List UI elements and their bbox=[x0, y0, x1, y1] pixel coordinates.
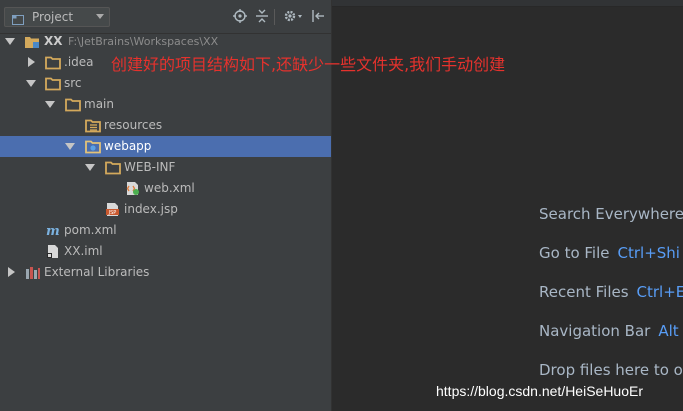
collapse-arrow-icon[interactable] bbox=[28, 57, 35, 67]
tree-item-label: webapp bbox=[104, 139, 152, 153]
tree-item-root[interactable]: XX F:\JetBrains\Workspaces\XX bbox=[0, 31, 331, 52]
tree-item-label: resources bbox=[104, 118, 163, 132]
xml-file-icon bbox=[125, 181, 141, 196]
hint-label: Drop files here to o bbox=[539, 361, 683, 379]
hint-navigation-bar: Navigation Bar Alt bbox=[539, 322, 679, 340]
maven-file-icon: m bbox=[45, 223, 61, 238]
collapse-all-icon[interactable] bbox=[255, 9, 271, 23]
hint-search-everywhere: Search Everywhere bbox=[539, 205, 683, 223]
project-path-text: F:\JetBrains\Workspaces\XX bbox=[68, 35, 219, 48]
tree-item-label: pom.xml bbox=[64, 223, 117, 237]
folder-icon bbox=[65, 97, 81, 112]
tree-item-xx-iml[interactable]: XX.iml bbox=[0, 241, 331, 262]
jsp-file-icon: JSP bbox=[105, 202, 121, 217]
hint-label: Go to File bbox=[539, 244, 610, 262]
resources-folder-icon bbox=[85, 118, 101, 133]
project-panel-header: Project bbox=[0, 0, 331, 34]
editor-tab-strip bbox=[332, 0, 683, 7]
folder-icon bbox=[45, 55, 61, 70]
hint-label: Search Everywhere bbox=[539, 205, 683, 223]
hint-recent-files: Recent Files Ctrl+E bbox=[539, 283, 683, 301]
hint-shortcut: Ctrl+E bbox=[636, 283, 683, 301]
expand-arrow-icon[interactable] bbox=[5, 38, 15, 45]
svg-text:m: m bbox=[46, 224, 60, 238]
ide-window: Project XX F:\JetBrains\Workspaces\XX .i… bbox=[0, 0, 683, 411]
hint-shortcut: Ctrl+Shi bbox=[617, 244, 680, 262]
hide-panel-icon[interactable] bbox=[311, 9, 327, 23]
hint-label: Navigation Bar bbox=[539, 322, 651, 340]
toolbar-divider bbox=[274, 9, 275, 25]
tree-item-src[interactable]: src bbox=[0, 73, 331, 94]
watermark-text: https://blog.csdn.net/HeiSeHuoEr bbox=[436, 383, 644, 399]
expand-arrow-icon[interactable] bbox=[65, 143, 75, 150]
tree-item-webinf[interactable]: WEB-INF bbox=[0, 157, 331, 178]
web-folder-icon bbox=[85, 139, 101, 154]
tree-item-external-libraries[interactable]: External Libraries bbox=[0, 262, 331, 283]
folder-icon bbox=[45, 76, 61, 91]
tree-item-label: index.jsp bbox=[124, 202, 178, 216]
tree-item-index-jsp[interactable]: JSP index.jsp bbox=[0, 199, 331, 220]
crosshair-icon[interactable] bbox=[233, 9, 249, 23]
svg-text:JSP: JSP bbox=[108, 210, 117, 216]
tree-item-label: External Libraries bbox=[44, 265, 150, 279]
tree-item-pom-xml[interactable]: m pom.xml bbox=[0, 220, 331, 241]
expand-arrow-icon[interactable] bbox=[45, 101, 55, 108]
folder-icon bbox=[105, 160, 121, 175]
hint-shortcut: Alt bbox=[658, 322, 679, 340]
tree-item-label: src bbox=[64, 76, 82, 90]
library-icon bbox=[25, 265, 41, 280]
chevron-down-icon bbox=[96, 14, 104, 19]
iml-file-icon bbox=[45, 244, 61, 259]
project-view-title: Project bbox=[32, 10, 74, 24]
tree-item-webapp[interactable]: webapp bbox=[0, 136, 331, 157]
tree-item-label: XX bbox=[44, 34, 63, 48]
tree-item-label: web.xml bbox=[144, 181, 195, 195]
tree-item-web-xml[interactable]: web.xml bbox=[0, 178, 331, 199]
expand-arrow-icon[interactable] bbox=[85, 164, 95, 171]
project-view-dropdown[interactable]: Project bbox=[4, 7, 110, 27]
tree-item-label: WEB-INF bbox=[124, 160, 176, 174]
tree-item-label: XX.iml bbox=[64, 244, 103, 258]
expand-arrow-icon[interactable] bbox=[26, 80, 36, 87]
tree-item-label: main bbox=[84, 97, 114, 111]
tree-item-main[interactable]: main bbox=[0, 94, 331, 115]
collapse-arrow-icon[interactable] bbox=[8, 267, 15, 277]
project-view-icon bbox=[12, 11, 24, 25]
tree-item-label: .idea bbox=[64, 55, 94, 69]
module-folder-icon bbox=[24, 34, 40, 49]
tree-item-resources[interactable]: resources bbox=[0, 115, 331, 136]
hint-drop-files: Drop files here to o bbox=[539, 361, 683, 379]
gear-icon[interactable] bbox=[283, 9, 303, 23]
annotation-text: 创建好的项目结构如下,还缺少一些文件夹,我们手动创建 bbox=[111, 55, 506, 74]
hint-label: Recent Files bbox=[539, 283, 629, 301]
hint-go-to-file: Go to File Ctrl+Shi bbox=[539, 244, 680, 262]
